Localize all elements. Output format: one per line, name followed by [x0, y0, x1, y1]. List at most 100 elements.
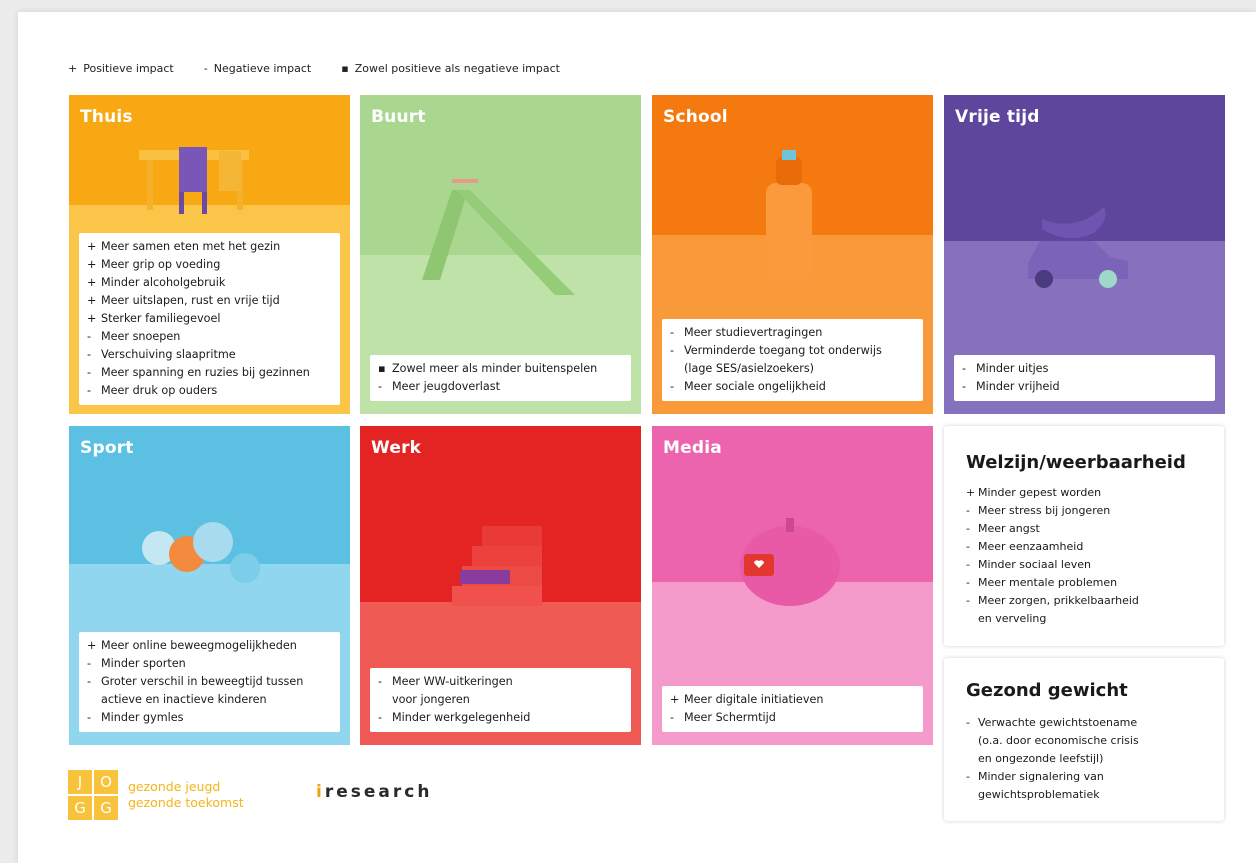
card-title: Thuis: [80, 107, 133, 127]
impact-symbol: -: [378, 675, 383, 688]
legend-positive: + Positieve impact: [68, 62, 174, 75]
list-item: - Minder sociaal leven: [966, 556, 1214, 574]
card-school: School - Meer studievertragingen - Verminde…: [652, 95, 933, 414]
list-item: - Verminderde toegang tot onderwijs: [670, 342, 915, 360]
impact-symbol: -: [966, 594, 970, 607]
impact-symbol: +: [87, 240, 97, 253]
list-item-text: Meer WW-uitkeringen: [392, 675, 513, 688]
card-title: Media: [663, 438, 722, 458]
card-title: School: [663, 107, 728, 127]
impact-symbol: [670, 360, 684, 378]
card-title: Sport: [80, 438, 134, 458]
impact-symbol: -: [966, 558, 970, 571]
list-item: - Meer druk op ouders: [87, 382, 332, 400]
list-item: - Groter verschil in beweegtijd tussen: [87, 673, 332, 691]
list-item-text: Meer sociale ongelijkheid: [684, 380, 826, 393]
iresearch-logo: iresearch: [316, 782, 433, 802]
list-item-text: Meer druk op ouders: [101, 384, 218, 397]
list-item-text: Meer spanning en ruzies bij gezinnen: [101, 366, 310, 379]
list-item-text: Minder alcoholgebruik: [101, 276, 226, 289]
list-item-text: Verwachte gewichtstoename: [978, 716, 1138, 729]
impact-symbol: [966, 732, 978, 750]
impact-symbol: -: [670, 380, 675, 393]
list-item-text: Minder sporten: [101, 657, 186, 670]
list-item-text: Minder sociaal leven: [978, 558, 1091, 571]
list-item-text: Meer angst: [978, 522, 1040, 535]
card-title: Werk: [371, 438, 422, 458]
impact-symbol: -: [87, 657, 92, 670]
impact-symbol: -: [962, 362, 967, 375]
list-item: + Minder gepest worden: [966, 484, 1214, 502]
impact-symbol: +: [87, 312, 97, 325]
list-item-text: actieve en inactieve kinderen: [101, 693, 267, 706]
impact-symbol: +: [87, 639, 97, 652]
card-textbox: - Meer studievertragingen - Verminderde toe…: [662, 319, 923, 401]
list-item: - Meer eenzaamheid: [966, 538, 1214, 556]
impact-symbol: ▪: [378, 362, 386, 375]
impact-symbol: +: [87, 294, 97, 307]
list-item: + Minder alcoholgebruik: [87, 274, 332, 292]
impact-symbol: [966, 610, 978, 628]
impact-symbol: -: [962, 380, 967, 393]
list-item-text: Meer uitslapen, rust en vrije tijd: [101, 294, 280, 307]
list-item-text: Meer jeugdoverlast: [392, 380, 500, 393]
card-thuis: Thuis + Meer samen eten met het gezin + Mee…: [69, 95, 350, 414]
list-item: - Minder uitjes: [962, 360, 1207, 378]
list-item: (o.a. door economische crisis: [966, 732, 1214, 750]
impact-symbol: -: [966, 576, 970, 589]
list-item-text: Minder uitjes: [976, 362, 1049, 375]
card-textbox: + Meer samen eten met het gezin + Meer grip…: [79, 233, 340, 405]
list-item-text: Sterker familiegevoel: [101, 312, 221, 325]
list-item-text: Meer mentale problemen: [978, 576, 1118, 589]
card-textbox: - Meer WW-uitkeringen voor jongeren - Minder…: [370, 668, 631, 732]
list-item-text: (o.a. door economische crisis: [978, 734, 1139, 747]
panel-welzijn: Welzijn/weerbaarheid + Minder gepest word…: [944, 426, 1224, 646]
list-item-text: Meer grip op voeding: [101, 258, 221, 271]
list-item-text: Meer eenzaamheid: [978, 540, 1084, 553]
list-item-text: Verminderde toegang tot onderwijs: [684, 344, 882, 357]
impact-symbol: [378, 691, 392, 709]
jogg-logo: J O G G gezonde jeugd gezonde toekomst: [68, 770, 244, 820]
impact-symbol: -: [87, 366, 92, 379]
list-item: - Meer snoepen: [87, 328, 332, 346]
list-item: - Meer stress bij jongeren: [966, 502, 1214, 520]
impact-symbol: -: [87, 348, 92, 361]
list-item: - Minder signalering van: [966, 768, 1214, 786]
card-title: Buurt: [371, 107, 426, 127]
impact-symbol: -: [966, 716, 970, 729]
list-item-text: (lage SES/asielzoekers): [684, 362, 815, 375]
list-item: (lage SES/asielzoekers): [670, 360, 915, 378]
card-textbox: + Meer digitale initiatieven - Meer Schermt…: [662, 686, 923, 732]
impact-symbol: -: [378, 380, 383, 393]
impact-symbol: -: [87, 384, 92, 397]
jogg-tagline: gezonde jeugd gezonde toekomst: [128, 779, 244, 810]
list-item: - Minder gymles: [87, 709, 332, 727]
list-item: - Verschuiving slaapritme: [87, 346, 332, 364]
list-item: actieve en inactieve kinderen: [87, 691, 332, 709]
card-media: Media + Meer digitale initiatieven - Meer S…: [652, 426, 933, 745]
impact-symbol: -: [966, 540, 970, 553]
list-item-text: Minder gepest worden: [978, 486, 1102, 499]
list-item: - Minder sporten: [87, 655, 332, 673]
list-item: voor jongeren: [378, 691, 623, 709]
impact-symbol: -: [966, 522, 970, 535]
list-item-text: en verveling: [978, 612, 1047, 625]
list-item: en verveling: [966, 610, 1214, 628]
list-item: - Minder werkgelegenheid: [378, 709, 623, 727]
list-item: - Verwachte gewichtstoename: [966, 714, 1214, 732]
impact-symbol: [87, 691, 101, 709]
impact-symbol: -: [966, 770, 970, 783]
list-item-text: Meer stress bij jongeren: [978, 504, 1111, 517]
list-item: en ongezonde leefstijl): [966, 750, 1214, 768]
impact-symbol: +: [87, 258, 97, 271]
list-item-text: Meer zorgen, prikkelbaarheid: [978, 594, 1139, 607]
list-item-text: Meer samen eten met het gezin: [101, 240, 281, 253]
list-item-text: gewichtsproblematiek: [978, 788, 1100, 801]
impact-symbol: -: [87, 711, 92, 724]
panel-title: Gezond gewicht: [966, 680, 1128, 701]
panel-list: + Minder gepest worden - Meer stress bij jo…: [966, 484, 1214, 628]
card-sport: Sport + Meer online beweegmogelijkheden - M…: [69, 426, 350, 745]
legend-negative: - Negatieve impact: [203, 62, 312, 75]
impact-symbol: +: [670, 693, 680, 706]
list-item: gewichtsproblematiek: [966, 786, 1214, 804]
